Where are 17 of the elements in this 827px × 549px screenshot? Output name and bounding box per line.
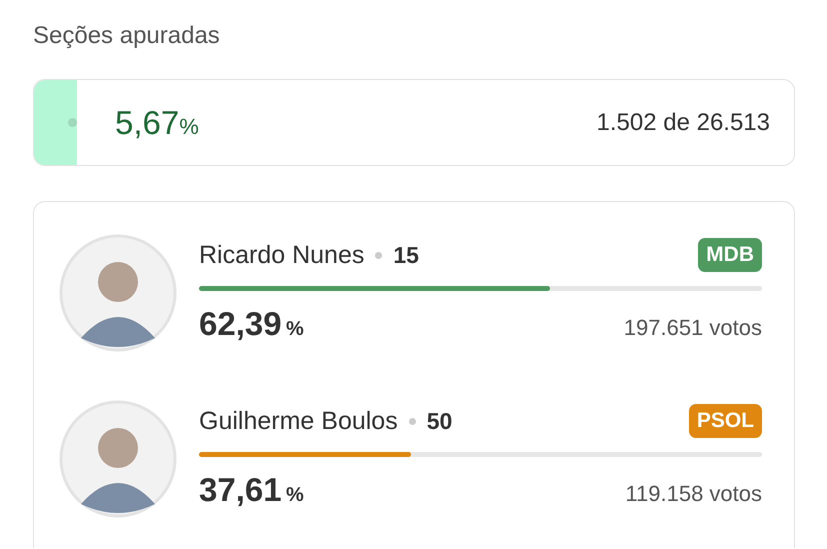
party-badge: MDB xyxy=(698,238,762,272)
candidate-name: Ricardo Nunes xyxy=(199,240,364,270)
vote-count: 197.651 votos xyxy=(624,315,762,341)
bullet-icon xyxy=(375,252,382,258)
candidate-number: 15 xyxy=(393,242,419,268)
sections-count: 1.502 de 26.513 xyxy=(596,108,770,136)
party-badge: PSOL xyxy=(688,404,762,438)
bullet-icon xyxy=(408,418,416,424)
vote-count: 119.158 votos xyxy=(625,481,762,507)
candidate-percent: 37,61% xyxy=(199,471,304,509)
section-title: Seções apuradas xyxy=(33,21,221,51)
sections-percent: 5,67% xyxy=(115,104,199,142)
candidate-name: Guilherme Boulos xyxy=(199,406,398,436)
avatar-icon xyxy=(59,234,177,352)
avatar-icon xyxy=(59,400,177,518)
candidate-number: 50 xyxy=(426,408,452,434)
candidate-percent: 62,39% xyxy=(199,305,304,343)
